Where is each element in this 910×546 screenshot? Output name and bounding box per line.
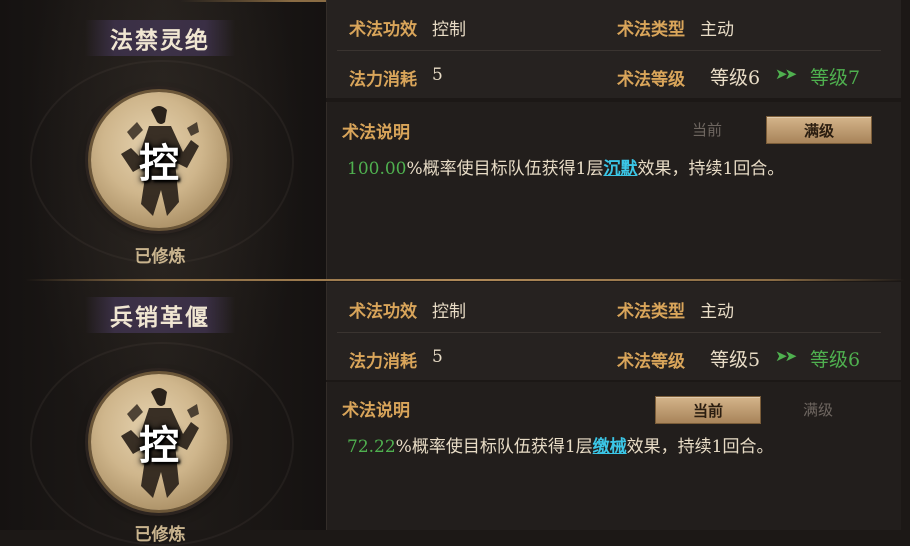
type-label: 术法类型 bbox=[617, 20, 685, 40]
stats-panel: 术法功效 控制 术法类型 主动 法力消耗 5 术法等级 等级5 ➤➤ 等级6 bbox=[326, 282, 901, 380]
type-value: 主动 bbox=[700, 20, 734, 40]
skill-medallion[interactable]: 控 bbox=[91, 92, 227, 228]
silence-effect-link[interactable]: 沉默 bbox=[603, 159, 637, 179]
disarm-effect-link[interactable]: 缴械 bbox=[593, 437, 627, 457]
stats-row: 法力消耗 5 术法等级 等级6 ➤➤ 等级7 bbox=[327, 52, 901, 100]
skill-name: 兵销革偃 bbox=[85, 297, 235, 333]
description-text: 100.00%概率使目标队伍获得1层沉默效果，持续1回合。 bbox=[347, 154, 784, 179]
cost-value: 5 bbox=[432, 65, 443, 85]
description-text-after: 效果，持续1回合。 bbox=[637, 159, 785, 179]
description-text-after: 效果，持续1回合。 bbox=[626, 437, 774, 457]
row-divider bbox=[337, 332, 881, 333]
tab-current[interactable]: 当前 bbox=[655, 116, 759, 142]
control-badge-char: 控 bbox=[139, 140, 179, 187]
description-text-before: %概率使目标队伍获得1层 bbox=[406, 159, 604, 179]
probability-value: 72.22 bbox=[347, 437, 396, 457]
double-chevron-right-icon: ➤➤ bbox=[775, 65, 797, 83]
cost-label: 法力消耗 bbox=[349, 70, 417, 90]
tab-max-level[interactable]: 满级 bbox=[766, 396, 870, 422]
skill-card: 兵销革偃 控 已修炼 术法功效 控制 术法类型 主动 法力消耗 5 术法等级 等… bbox=[0, 282, 910, 546]
description-text: 72.22%概率使目标队伍获得1层缴械效果，持续1回合。 bbox=[347, 432, 773, 457]
stats-panel: 术法功效 控制 术法类型 主动 法力消耗 5 术法等级 等级6 ➤➤ 等级7 bbox=[326, 0, 901, 98]
level-current: 等级5 bbox=[710, 349, 761, 371]
control-badge-char: 控 bbox=[139, 422, 179, 469]
type-label: 术法类型 bbox=[617, 302, 685, 322]
level-next: 等级6 bbox=[810, 349, 861, 371]
effect-label: 术法功效 bbox=[349, 302, 417, 322]
cost-value: 5 bbox=[432, 347, 443, 367]
level-next: 等级7 bbox=[810, 67, 861, 89]
description-panel: 术法说明 当前 满级 100.00%概率使目标队伍获得1层沉默效果，持续1回合。 bbox=[326, 102, 901, 280]
stats-row: 术法功效 控制 术法类型 主动 bbox=[327, 284, 901, 332]
cultivated-status: 已修炼 bbox=[134, 247, 186, 267]
card-divider bbox=[25, 279, 905, 281]
type-value: 主动 bbox=[700, 302, 734, 322]
effect-label: 术法功效 bbox=[349, 20, 417, 40]
description-title: 术法说明 bbox=[342, 401, 410, 421]
description-title: 术法说明 bbox=[342, 123, 410, 143]
level-current: 等级6 bbox=[710, 67, 761, 89]
level-label: 术法等级 bbox=[617, 352, 685, 372]
cost-label: 法力消耗 bbox=[349, 352, 417, 372]
description-text-before: %概率使目标队伍获得1层 bbox=[395, 437, 593, 457]
tab-max-level[interactable]: 满级 bbox=[766, 116, 872, 144]
cultivated-status: 已修炼 bbox=[134, 525, 186, 545]
skill-name: 法禁灵绝 bbox=[85, 20, 235, 56]
effect-value: 控制 bbox=[432, 20, 466, 40]
stats-row: 法力消耗 5 术法等级 等级5 ➤➤ 等级6 bbox=[327, 334, 901, 382]
skill-medallion[interactable]: 控 bbox=[91, 374, 227, 510]
effect-value: 控制 bbox=[432, 302, 466, 322]
probability-value: 100.00 bbox=[347, 159, 407, 179]
row-divider bbox=[337, 50, 881, 51]
description-panel: 术法说明 当前 满级 72.22%概率使目标队伍获得1层缴械效果，持续1回合。 bbox=[326, 382, 901, 530]
skill-card: 法禁灵绝 控 已修炼 术法功效 控制 术法类型 主动 法力消耗 5 术法等级 等… bbox=[0, 0, 910, 280]
stats-row: 术法功效 控制 术法类型 主动 bbox=[327, 2, 901, 50]
tab-current[interactable]: 当前 bbox=[655, 396, 761, 424]
double-chevron-right-icon: ➤➤ bbox=[775, 347, 797, 365]
level-label: 术法等级 bbox=[617, 70, 685, 90]
